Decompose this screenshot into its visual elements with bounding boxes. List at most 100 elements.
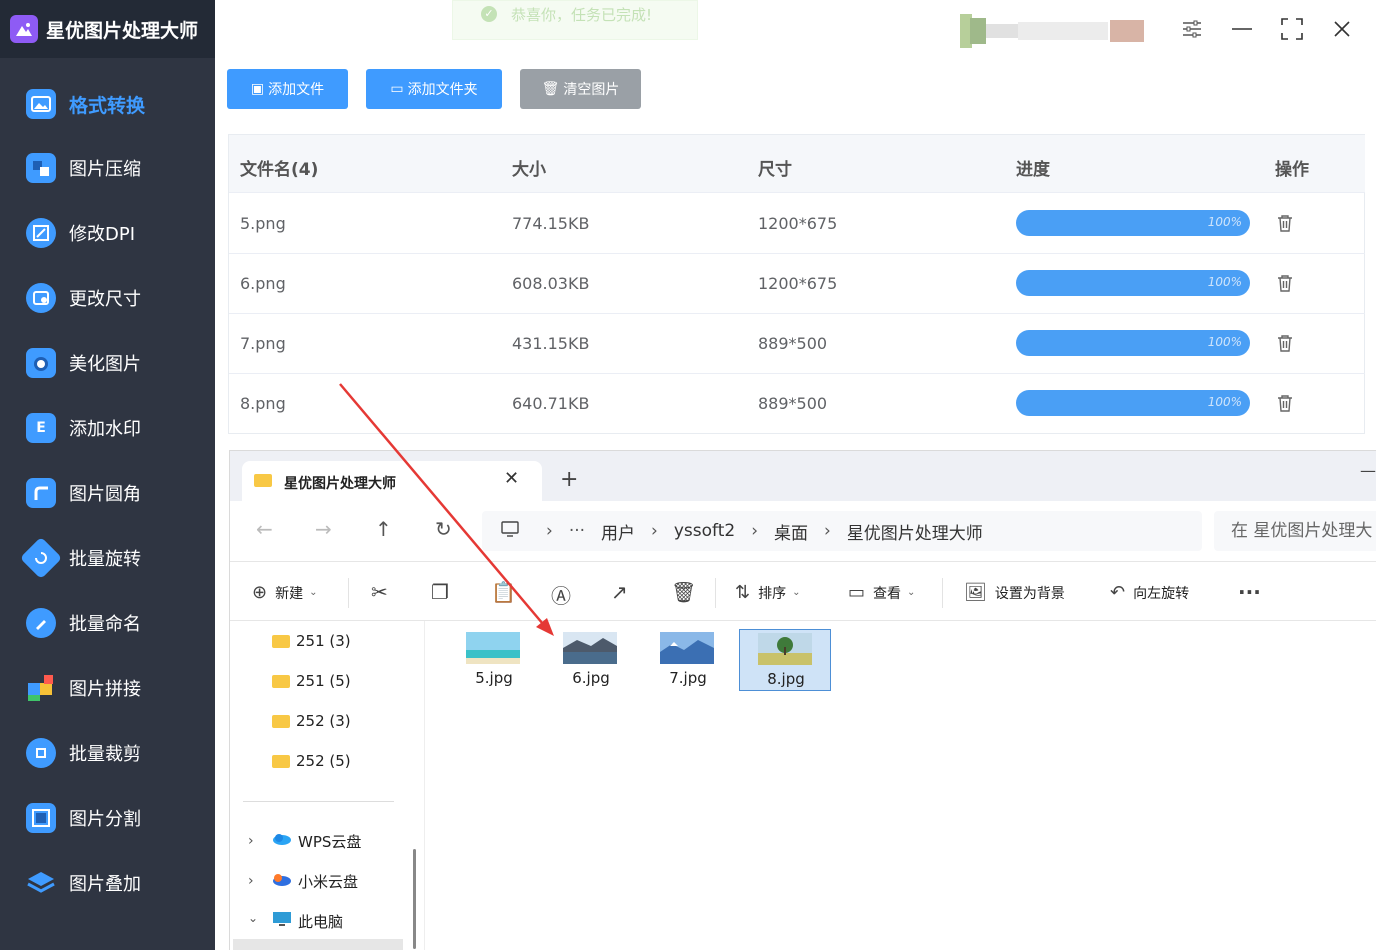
sidebar-item-beautify[interactable]: 美化图片 <box>0 333 215 393</box>
address-bar[interactable]: › ··· 用户 › yssoft2 › 桌面 › 星优图片处理大师 <box>482 511 1202 551</box>
folder-icon <box>272 754 290 768</box>
rename-icon[interactable]: Ⓐ <box>551 580 571 609</box>
tree-item-label: 251 (3) <box>296 632 351 650</box>
sidebar-item-split[interactable]: 图片分割 <box>0 788 215 848</box>
plus-circle-icon: ⊕ <box>252 582 268 603</box>
scrollbar[interactable] <box>413 849 416 949</box>
table-row[interactable]: 7.png 431.15KB 889*500 100% <box>229 314 1365 374</box>
settings-sliders-icon[interactable] <box>1177 14 1207 44</box>
chevron-right-icon: › <box>751 521 758 541</box>
delete-icon[interactable] <box>1277 394 1293 412</box>
maximize-icon[interactable] <box>1277 14 1307 44</box>
puzzle-icon <box>26 673 56 703</box>
back-arrow-icon[interactable]: ← <box>256 519 273 539</box>
tree-item[interactable]: 此电脑 <box>272 906 343 936</box>
clear-images-button[interactable]: 🗑 清空图片 <box>520 69 641 109</box>
explorer-tab[interactable]: 星优图片处理大师 ✕ <box>242 461 542 501</box>
file-item[interactable]: 8.jpg <box>739 629 831 691</box>
delete-icon[interactable]: 🗑 <box>671 580 696 604</box>
rotate-left-button[interactable]: ↶ 向左旋转 <box>1110 582 1189 603</box>
add-folder-button[interactable]: ▭ 添加文件夹 <box>366 69 502 109</box>
table-row[interactable]: 6.png 608.03KB 1200*675 100% <box>229 254 1365 314</box>
sidebar-item-rounded[interactable]: 图片圆角 <box>0 463 215 523</box>
folder-icon: ▭ <box>390 81 404 97</box>
sidebar-item-format-convert[interactable]: 格式转换 <box>0 74 215 134</box>
new-button[interactable]: ⊕ 新建 ⌄ <box>252 582 317 603</box>
sidebar-item-crop[interactable]: 批量裁剪 <box>0 723 215 783</box>
chevron-right-icon[interactable]: › <box>248 873 254 889</box>
tree-item[interactable]: 251 (3) <box>272 626 351 656</box>
chevron-right-icon[interactable]: › <box>248 833 254 849</box>
tree-selection-highlight <box>233 939 403 950</box>
tab-close-icon[interactable]: ✕ <box>504 468 519 489</box>
delete-icon[interactable] <box>1277 214 1293 232</box>
copy-icon[interactable]: ❐ <box>431 580 449 604</box>
divider <box>942 578 943 608</box>
table-row[interactable]: 5.png 774.15KB 1200*675 100% <box>229 194 1365 254</box>
breadcrumb-item[interactable]: 星优图片处理大师 <box>847 519 983 544</box>
tree-item[interactable]: WPS云盘 <box>272 826 361 856</box>
tree-item[interactable]: 252 (5) <box>272 746 351 776</box>
chevron-down-icon[interactable]: ⌄ <box>248 911 258 925</box>
add-file-button[interactable]: ▣ 添加文件 <box>227 69 348 109</box>
sort-button[interactable]: ⇅ 排序 ⌄ <box>735 582 800 603</box>
breadcrumb-item[interactable]: 用户 <box>601 519 635 544</box>
sidebar-item-watermark[interactable]: E 添加水印 <box>0 398 215 458</box>
minimize-icon[interactable] <box>1227 14 1257 44</box>
toast-text: 恭喜你，任务已完成! <box>511 5 653 24</box>
tree-item[interactable]: 252 (3) <box>272 706 351 736</box>
view-button[interactable]: ▭ 查看 ⌄ <box>848 582 915 603</box>
more-options-icon[interactable]: ··· <box>1238 580 1261 604</box>
header-size: 大小 <box>512 160 546 180</box>
progress-text: 100% <box>1207 275 1242 289</box>
forward-arrow-icon[interactable]: → <box>315 519 332 539</box>
file-item[interactable]: 5.jpg <box>448 629 540 691</box>
file-item[interactable]: 7.jpg <box>642 629 734 691</box>
tree-item-label: 252 (3) <box>296 712 351 730</box>
ellipsis-icon[interactable]: ··· <box>569 521 585 541</box>
explorer-navbar: ← → ↑ ↻ › ··· 用户 › yssoft2 › 桌面 › 星优图片处理… <box>230 501 1376 561</box>
user-avatar-blurred[interactable] <box>960 14 1152 48</box>
sidebar-item-rotate[interactable]: 批量旋转 <box>0 528 215 588</box>
close-icon[interactable] <box>1327 14 1357 44</box>
sidebar-item-dpi[interactable]: 修改DPI <box>0 203 215 263</box>
paste-icon[interactable]: 📋 <box>491 580 516 604</box>
file-list: 5.jpg 6.jpg 7.jpg 8.jpg <box>426 621 1376 950</box>
delete-icon[interactable] <box>1277 334 1293 352</box>
sidebar-item-resize[interactable]: 更改尺寸 <box>0 268 215 328</box>
sort-icon: ⇅ <box>735 582 751 603</box>
share-icon[interactable]: ↗ <box>611 580 628 604</box>
image-thumbnail <box>758 633 812 665</box>
breadcrumb-item[interactable]: 桌面 <box>774 519 808 544</box>
tree-item[interactable]: 251 (5) <box>272 666 351 696</box>
compress-icon <box>26 153 56 183</box>
sidebar-item-label: 图片拼接 <box>69 679 141 700</box>
delete-icon[interactable] <box>1277 274 1293 292</box>
progress-text: 100% <box>1207 335 1242 349</box>
tree-item-label: 小米云盘 <box>298 872 359 891</box>
set-background-button[interactable]: 🖼 设置为背景 <box>964 582 1065 603</box>
sidebar-item-puzzle[interactable]: 图片拼接 <box>0 658 215 718</box>
sidebar-item-layers[interactable]: 图片叠加 <box>0 853 215 913</box>
cut-icon[interactable]: ✂ <box>371 580 388 604</box>
divider <box>243 801 394 802</box>
header-progress: 进度 <box>1016 160 1050 180</box>
up-arrow-icon[interactable]: ↑ <box>375 519 392 539</box>
new-tab-icon[interactable]: + <box>560 469 578 491</box>
sidebar-item-label: 图片叠加 <box>69 874 141 895</box>
wallpaper-icon: 🖼 <box>964 582 987 603</box>
search-input[interactable]: 在 星优图片处理大 <box>1214 511 1376 551</box>
breadcrumb-item[interactable]: yssoft2 <box>674 521 735 541</box>
tree-item[interactable]: 小米云盘 <box>272 866 358 896</box>
cell-dimensions: 889*500 <box>758 394 828 413</box>
sidebar-item-compress[interactable]: 图片压缩 <box>0 138 215 198</box>
sidebar-item-rename[interactable]: 批量命名 <box>0 593 215 653</box>
explorer-minimize-icon[interactable]: — <box>1360 461 1376 480</box>
split-icon <box>26 803 56 833</box>
folder-icon <box>272 714 290 728</box>
table-row[interactable]: 8.png 640.71KB 889*500 100% <box>229 374 1365 434</box>
file-item[interactable]: 6.jpg <box>545 629 637 691</box>
cell-dimensions: 1200*675 <box>758 214 838 233</box>
tree-item-label: 252 (5) <box>296 752 351 770</box>
refresh-icon[interactable]: ↻ <box>435 519 452 539</box>
